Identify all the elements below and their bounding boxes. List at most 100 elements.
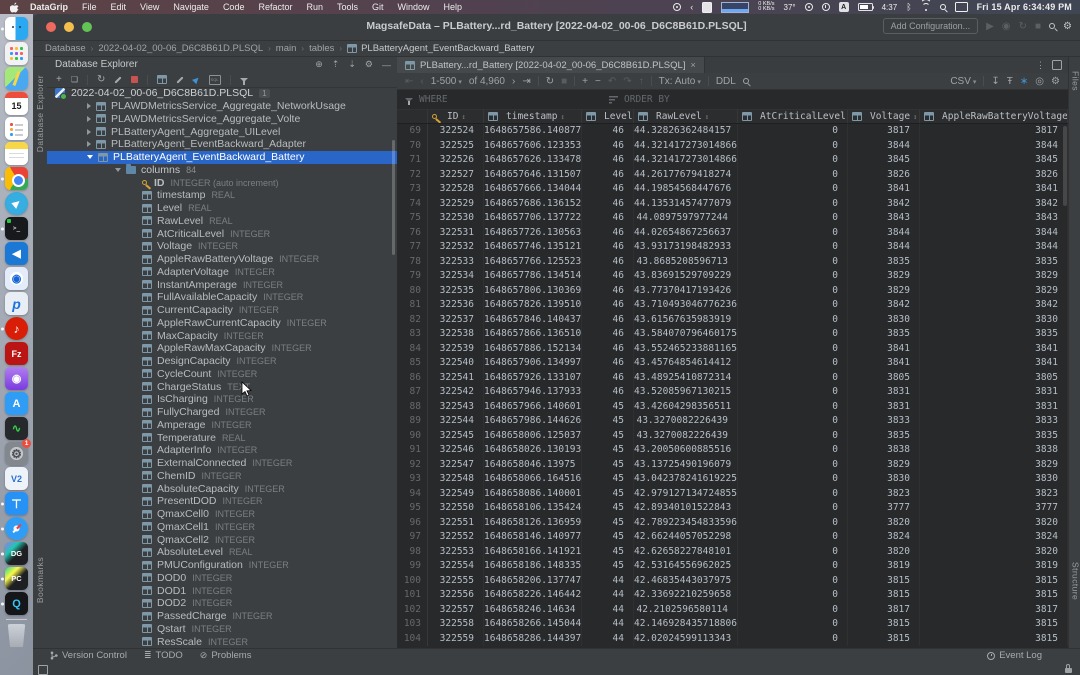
bluetooth-icon[interactable]: ᛒ bbox=[906, 2, 911, 12]
grid-cell[interactable]: 322540 bbox=[428, 356, 484, 371]
battery-icon[interactable] bbox=[858, 3, 873, 11]
grid-cell[interactable]: 43.83691529709229 bbox=[634, 269, 738, 284]
notebook-icon[interactable] bbox=[702, 2, 712, 13]
grid-cell[interactable]: 3823 bbox=[920, 487, 1068, 502]
grid-cell[interactable]: 46 bbox=[582, 327, 634, 342]
column-header-timestamp[interactable]: timestamp↕ bbox=[484, 110, 582, 123]
breadcrumb-item[interactable]: tables bbox=[309, 43, 334, 54]
grid-cell[interactable]: 3826 bbox=[848, 168, 920, 183]
grid-cell[interactable]: 3777 bbox=[848, 501, 920, 516]
finder-icon[interactable] bbox=[5, 17, 28, 40]
explorer-options-icon[interactable]: ⊕ bbox=[315, 59, 323, 70]
grid-cell[interactable]: 322536 bbox=[428, 298, 484, 313]
grid-cell[interactable]: 3844 bbox=[920, 240, 1068, 255]
grid-cell[interactable]: 322553 bbox=[428, 545, 484, 560]
calendar-icon[interactable]: 15 bbox=[5, 92, 28, 115]
grid-cell[interactable]: 44.0897597977244 bbox=[634, 211, 738, 226]
tree-table-item[interactable]: PLBatteryAgent_EventBackward_Adapter bbox=[47, 138, 397, 151]
grid-cell[interactable]: 3844 bbox=[848, 226, 920, 241]
export-format-select[interactable]: CSV▾ bbox=[950, 76, 976, 87]
grid-cell[interactable]: 42.53164556962025 bbox=[634, 559, 738, 574]
grid-cell[interactable]: 46 bbox=[582, 139, 634, 154]
grid-cell[interactable]: 3835 bbox=[848, 255, 920, 270]
grid-cell[interactable]: 0 bbox=[738, 472, 848, 487]
view-options-icon[interactable]: ◎ bbox=[1035, 76, 1044, 87]
grid-cell[interactable]: 1648657946.137933 bbox=[484, 385, 582, 400]
grid-cell[interactable]: 44.321417273014866 bbox=[634, 139, 738, 154]
sort-indicator-icon[interactable]: ↕ bbox=[560, 113, 564, 121]
grid-cell[interactable]: 3820 bbox=[848, 516, 920, 531]
close-window-button[interactable] bbox=[46, 22, 56, 32]
grid-cell[interactable]: 3829 bbox=[848, 269, 920, 284]
grid-cell[interactable]: 46 bbox=[582, 197, 634, 212]
grid-cell[interactable]: 0 bbox=[738, 327, 848, 342]
grid-cell[interactable]: 322529 bbox=[428, 197, 484, 212]
input-source-indicator[interactable]: A bbox=[839, 2, 849, 12]
grid-cell[interactable]: 0 bbox=[738, 139, 848, 154]
grid-cell[interactable]: 3829 bbox=[848, 284, 920, 299]
sort-indicator-icon[interactable]: ↕ bbox=[913, 113, 917, 121]
grid-cell[interactable]: 43.13725490196079 bbox=[634, 458, 738, 473]
grid-cell[interactable]: 3844 bbox=[920, 139, 1068, 154]
grid-gear-icon[interactable]: ⚙ bbox=[1051, 76, 1060, 87]
grid-cell[interactable]: 1648657746.1351218 bbox=[484, 240, 582, 255]
where-filter-input[interactable]: WHERE bbox=[397, 94, 601, 105]
grid-cell[interactable]: 1648657806.1303692 bbox=[484, 284, 582, 299]
grid-cell[interactable]: 1648658166.141921 bbox=[484, 545, 582, 560]
grid-cell[interactable]: 3842 bbox=[920, 197, 1068, 212]
toolwindow-event-log[interactable]: Event Log bbox=[987, 650, 1042, 661]
readonly-lock-icon[interactable] bbox=[1065, 668, 1072, 673]
grid-cell[interactable]: 0 bbox=[738, 559, 848, 574]
appstore-icon[interactable]: A bbox=[5, 392, 28, 415]
sql-console-icon[interactable]: SQL bbox=[209, 75, 221, 85]
grid-cell[interactable]: 322526 bbox=[428, 153, 484, 168]
grid-cell[interactable]: 322547 bbox=[428, 458, 484, 473]
grid-cell[interactable]: 1648658226.146442 bbox=[484, 588, 582, 603]
grid-cell[interactable]: 42.46835443037975 bbox=[634, 574, 738, 589]
grid-cell[interactable]: 44 bbox=[582, 588, 634, 603]
grid-cell[interactable]: 3835 bbox=[848, 327, 920, 342]
datagrip-icon[interactable]: DG bbox=[5, 542, 28, 565]
filter-icon[interactable] bbox=[240, 78, 248, 82]
add-row-icon[interactable]: + bbox=[582, 76, 588, 87]
pycharm-icon[interactable]: PC bbox=[5, 567, 28, 590]
tree-column-item[interactable]: QmaxCell0INTEGER bbox=[47, 508, 397, 521]
grid-cell[interactable]: 43.42604298356511 bbox=[634, 400, 738, 415]
grid-cell[interactable]: 0 bbox=[738, 588, 848, 603]
grid-cell[interactable]: 3820 bbox=[920, 545, 1068, 560]
grid-cell[interactable]: 46 bbox=[582, 356, 634, 371]
grid-cell[interactable]: 3835 bbox=[848, 429, 920, 444]
grid-cell[interactable]: 322538 bbox=[428, 327, 484, 342]
grid-cell[interactable]: 3833 bbox=[920, 414, 1068, 429]
grid-cell[interactable]: 3820 bbox=[920, 516, 1068, 531]
grid-cell[interactable]: 3817 bbox=[848, 603, 920, 618]
edit-icon[interactable] bbox=[177, 76, 184, 83]
minimize-window-button[interactable] bbox=[64, 22, 74, 32]
grid-cell[interactable]: 3843 bbox=[920, 211, 1068, 226]
grid-cell[interactable]: 3830 bbox=[920, 313, 1068, 328]
grid-cell[interactable]: 322530 bbox=[428, 211, 484, 226]
podcasts-icon[interactable]: ◉ bbox=[5, 367, 28, 390]
grid-cell[interactable]: 3817 bbox=[848, 124, 920, 139]
grid-cell[interactable]: 43.20050600885516 bbox=[634, 443, 738, 458]
grid-cell[interactable]: 0 bbox=[738, 516, 848, 531]
toolwindow-bookmarks-label[interactable]: Bookmarks bbox=[35, 557, 45, 603]
toolwindow-todo[interactable]: ≣TODO bbox=[144, 650, 183, 661]
grid-cell[interactable]: 45 bbox=[582, 501, 634, 516]
grid-cell[interactable]: 42.02024599113343 bbox=[634, 632, 738, 647]
grid-cell[interactable]: 3829 bbox=[848, 458, 920, 473]
grid-cell[interactable]: 0 bbox=[738, 458, 848, 473]
explorer-gear-icon[interactable]: ⚙ bbox=[365, 59, 373, 70]
tree-column-item[interactable]: VoltageINTEGER bbox=[47, 240, 397, 253]
grid-cell[interactable]: 44.13531457477079 bbox=[634, 197, 738, 212]
grid-cell[interactable]: 44.02654867256637 bbox=[634, 226, 738, 241]
grid-cell[interactable]: 44 bbox=[582, 574, 634, 589]
grid-cell[interactable]: 322532 bbox=[428, 240, 484, 255]
toolwindow-files-label[interactable]: Files bbox=[1071, 71, 1080, 91]
grid-cell[interactable]: 45 bbox=[582, 414, 634, 429]
sort-indicator-icon[interactable]: ↕ bbox=[461, 113, 465, 121]
grid-cell[interactable]: 3805 bbox=[848, 371, 920, 386]
grid-cell[interactable]: 43.52085967130215 bbox=[634, 385, 738, 400]
grid-cell[interactable]: 46 bbox=[582, 342, 634, 357]
grid-cell[interactable]: 0 bbox=[738, 356, 848, 371]
